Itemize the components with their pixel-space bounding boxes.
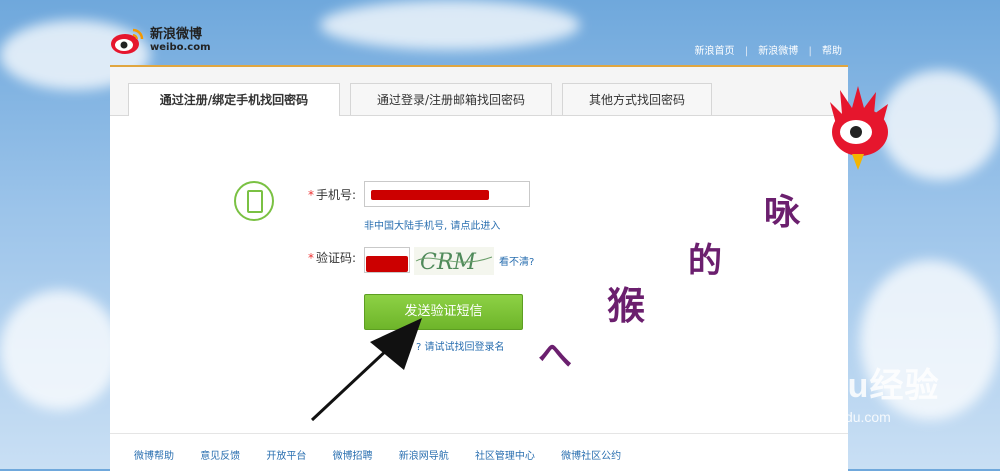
- overlay-char: 猴: [607, 283, 646, 328]
- captcha-label: * 验证码:: [308, 251, 357, 265]
- phone-icon: [234, 181, 274, 221]
- captcha-refresh-link[interactable]: 看不清?: [499, 253, 534, 268]
- overlay-char: へ: [538, 336, 572, 376]
- weibo-eye-icon: [111, 28, 144, 54]
- tab-phone-recovery[interactable]: 通过注册/绑定手机找回密码: [128, 83, 340, 116]
- tab-email-recovery[interactable]: 通过登录/注册邮箱找回密码: [350, 83, 552, 115]
- cloud: [880, 70, 1000, 180]
- top-link-sina-weibo[interactable]: 新浪微博: [758, 46, 798, 57]
- captcha-input[interactable]: [364, 247, 410, 273]
- footer-link[interactable]: 开放平台: [266, 451, 306, 462]
- footer-links: 微博帮助 意见反馈 开放平台 微博招聘 新浪网导航 社区管理中心 微博社区公约: [134, 447, 644, 462]
- footer-link[interactable]: 意见反馈: [200, 451, 240, 462]
- baidu-watermark: Baidu经验 jingyan.baidu.com: [770, 358, 939, 425]
- top-link-help[interactable]: 帮助: [822, 46, 842, 57]
- send-sms-button[interactable]: 发送验证短信: [364, 294, 523, 330]
- cloud: [0, 290, 120, 410]
- watermark-title: Baidu经验: [770, 367, 940, 405]
- weibo-logo[interactable]: 新浪微博 weibo.com: [110, 27, 211, 55]
- recover-username-link[interactable]: ? 请试试找回登录名: [416, 338, 505, 353]
- top-link-sep: |: [808, 46, 812, 57]
- footer-link[interactable]: 微博帮助: [134, 451, 174, 462]
- top-link-sep: |: [744, 46, 749, 57]
- redaction-bar: [366, 256, 408, 272]
- captcha-image[interactable]: CRM: [414, 247, 494, 275]
- footer-link[interactable]: 微博招聘: [333, 451, 373, 462]
- main-panel: 通过注册/绑定手机找回密码 通过登录/注册邮箱找回密码 其他方式找回密码 * 手机…: [110, 65, 848, 471]
- required-mark: *: [308, 251, 314, 265]
- top-link-sina-home[interactable]: 新浪首页: [695, 46, 735, 57]
- phone-label: * 手机号:: [308, 188, 357, 202]
- phone-input[interactable]: [364, 181, 530, 207]
- weibo-mascot-icon: [830, 86, 888, 170]
- redaction-bar: [371, 190, 489, 200]
- overlay-char: 咏: [764, 191, 801, 233]
- footer-link[interactable]: 新浪网导航: [399, 451, 449, 462]
- non-mainland-phone-link[interactable]: 非中国大陆手机号, 请点此进入: [364, 217, 500, 232]
- overlay-char: 的: [688, 241, 722, 281]
- footer-divider: [110, 433, 848, 434]
- top-bar: 新浪微博 weibo.com 新浪首页 | 新浪微博 | 帮助: [110, 25, 848, 65]
- tab-other-recovery[interactable]: 其他方式找回密码: [562, 83, 712, 115]
- watermark-url: jingyan.baidu.com: [778, 409, 891, 425]
- footer-link[interactable]: 微博社区公约: [561, 451, 621, 462]
- top-links: 新浪首页 | 新浪微博 | 帮助: [695, 42, 843, 57]
- required-mark: *: [308, 188, 314, 202]
- footer-link[interactable]: 社区管理中心: [475, 451, 535, 462]
- logo-cn: 新浪微博: [150, 27, 203, 42]
- logo-en: weibo.com: [150, 42, 211, 53]
